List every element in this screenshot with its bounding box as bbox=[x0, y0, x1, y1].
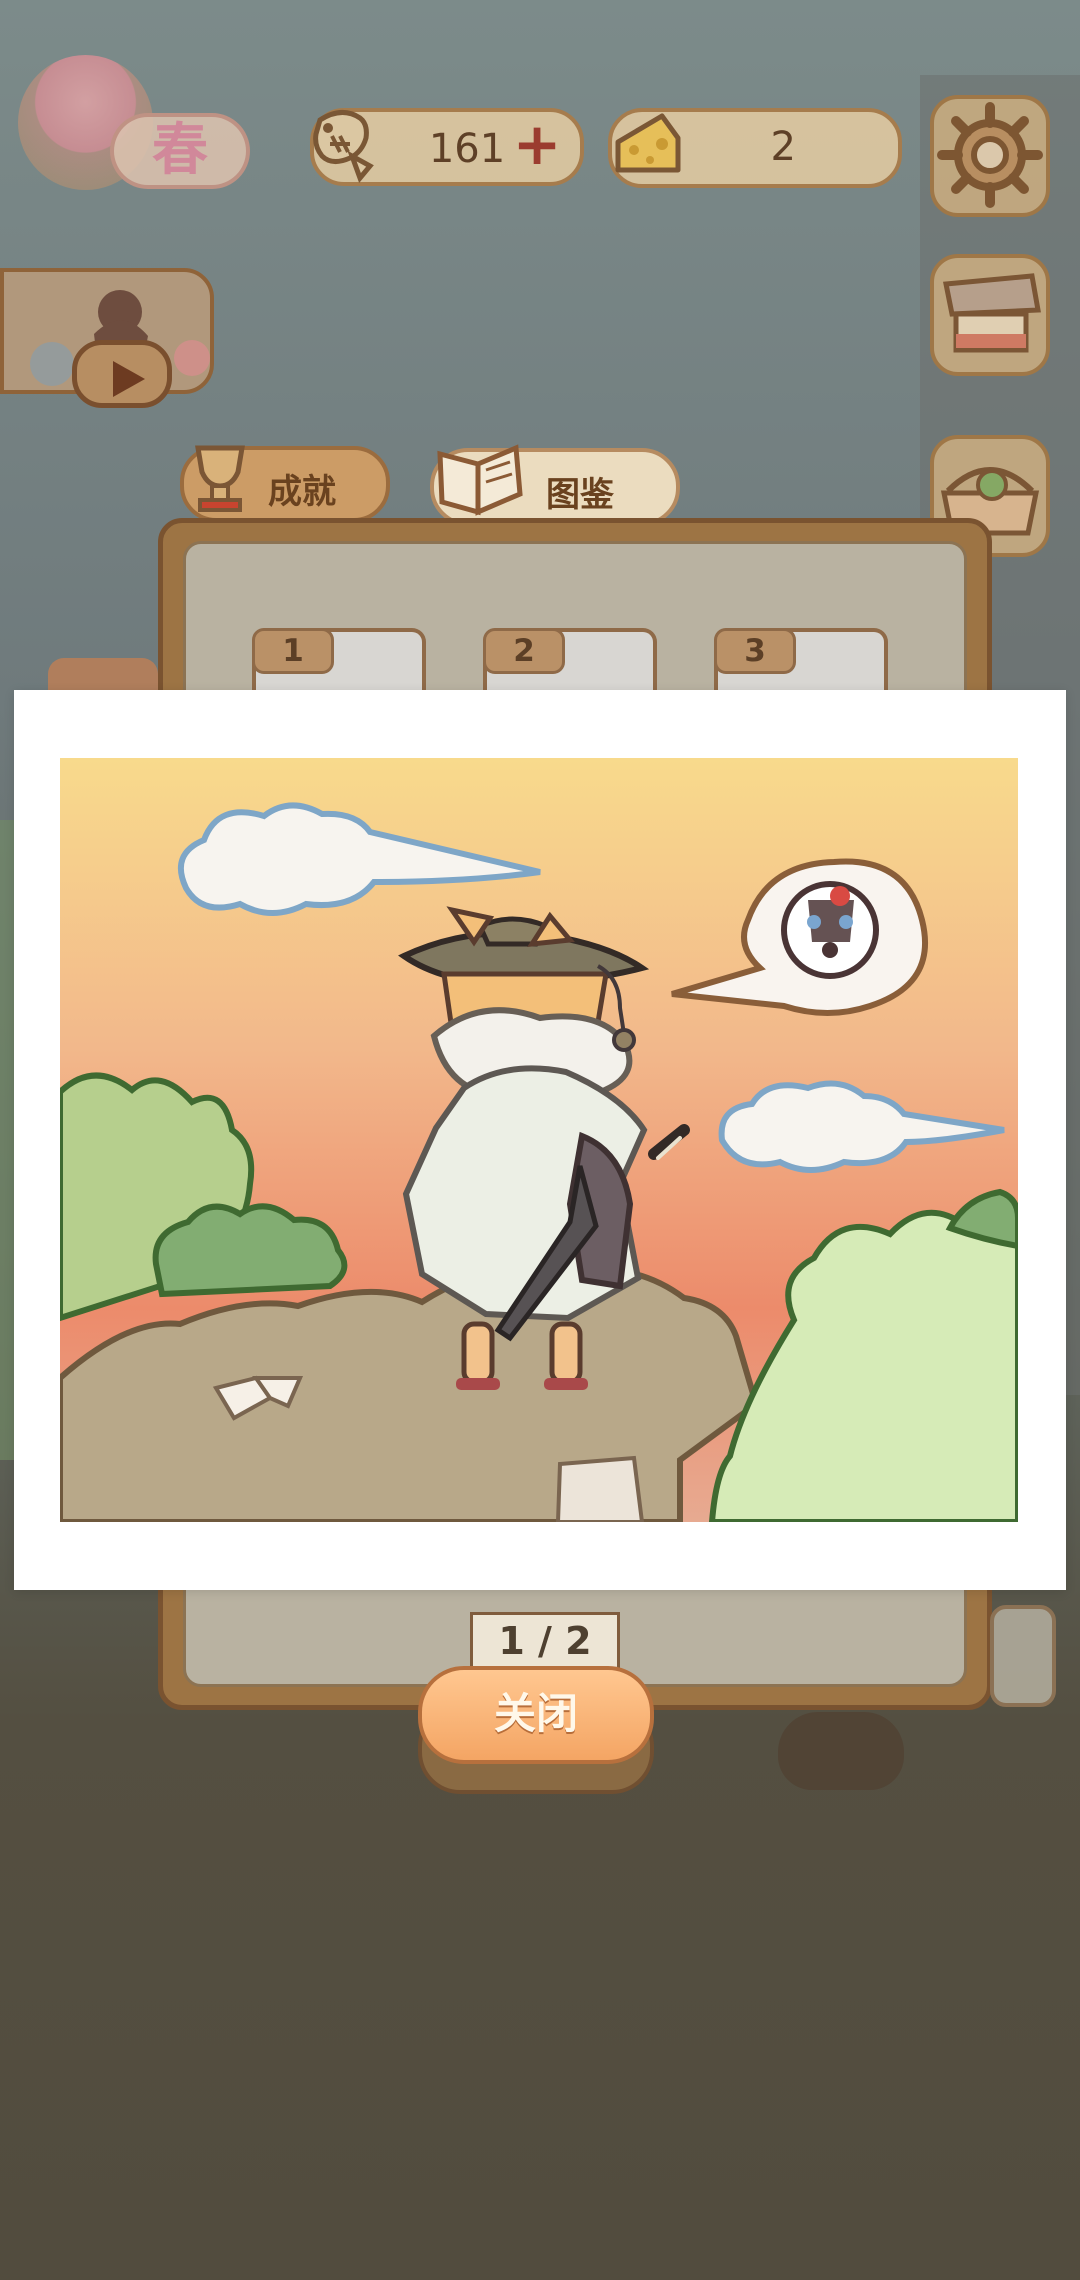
cheese-icon bbox=[615, 113, 681, 173]
collection-slot-1[interactable]: 1 bbox=[252, 628, 426, 692]
tab-achievements[interactable]: 成就 bbox=[180, 445, 390, 522]
cheese-currency-pill[interactable]: 2 bbox=[608, 108, 902, 188]
shop-button[interactable] bbox=[930, 254, 1050, 376]
settings-button[interactable] bbox=[930, 95, 1050, 217]
season-label: 春 bbox=[110, 113, 250, 189]
slot-number: 3 bbox=[714, 628, 796, 674]
fish-bone-icon bbox=[313, 110, 374, 183]
tab-collection[interactable]: 图鉴 bbox=[430, 444, 680, 526]
season-indicator[interactable]: 春 bbox=[10, 55, 250, 190]
game-screen: 春 161 + 2 成就 图鉴 1 2 3 1 / 2 关闭 bbox=[0, 0, 1080, 2280]
tab-achievements-label: 成就 bbox=[268, 472, 336, 512]
cheese-count: 2 bbox=[770, 124, 796, 170]
play-icon bbox=[113, 361, 145, 397]
open-book-icon bbox=[437, 444, 523, 516]
trophy-icon bbox=[195, 445, 245, 512]
collection-illustration bbox=[60, 758, 1018, 1522]
scene-artwork bbox=[60, 758, 1018, 1522]
collection-slot-3[interactable]: 3 bbox=[714, 628, 888, 692]
slot-number: 1 bbox=[252, 628, 334, 674]
fish-currency-pill[interactable]: 161 + bbox=[310, 108, 584, 186]
left-ribbon-decoration bbox=[48, 658, 158, 692]
plus-icon[interactable]: + bbox=[512, 115, 562, 173]
shop-stall-icon bbox=[943, 273, 1041, 353]
close-button[interactable]: 关闭 bbox=[418, 1666, 654, 1764]
tab-collection-label: 图鉴 bbox=[546, 475, 614, 515]
pagination-indicator: 1 / 2 bbox=[470, 1612, 620, 1670]
gear-icon bbox=[937, 102, 1043, 208]
right-corner-thumbnail[interactable] bbox=[990, 1605, 1056, 1707]
collection-slot-2[interactable]: 2 bbox=[483, 628, 657, 692]
background-character-shadow bbox=[778, 1712, 904, 1790]
slot-number: 2 bbox=[483, 628, 565, 674]
play-button[interactable] bbox=[72, 340, 172, 408]
fish-count: 161 bbox=[428, 126, 506, 172]
